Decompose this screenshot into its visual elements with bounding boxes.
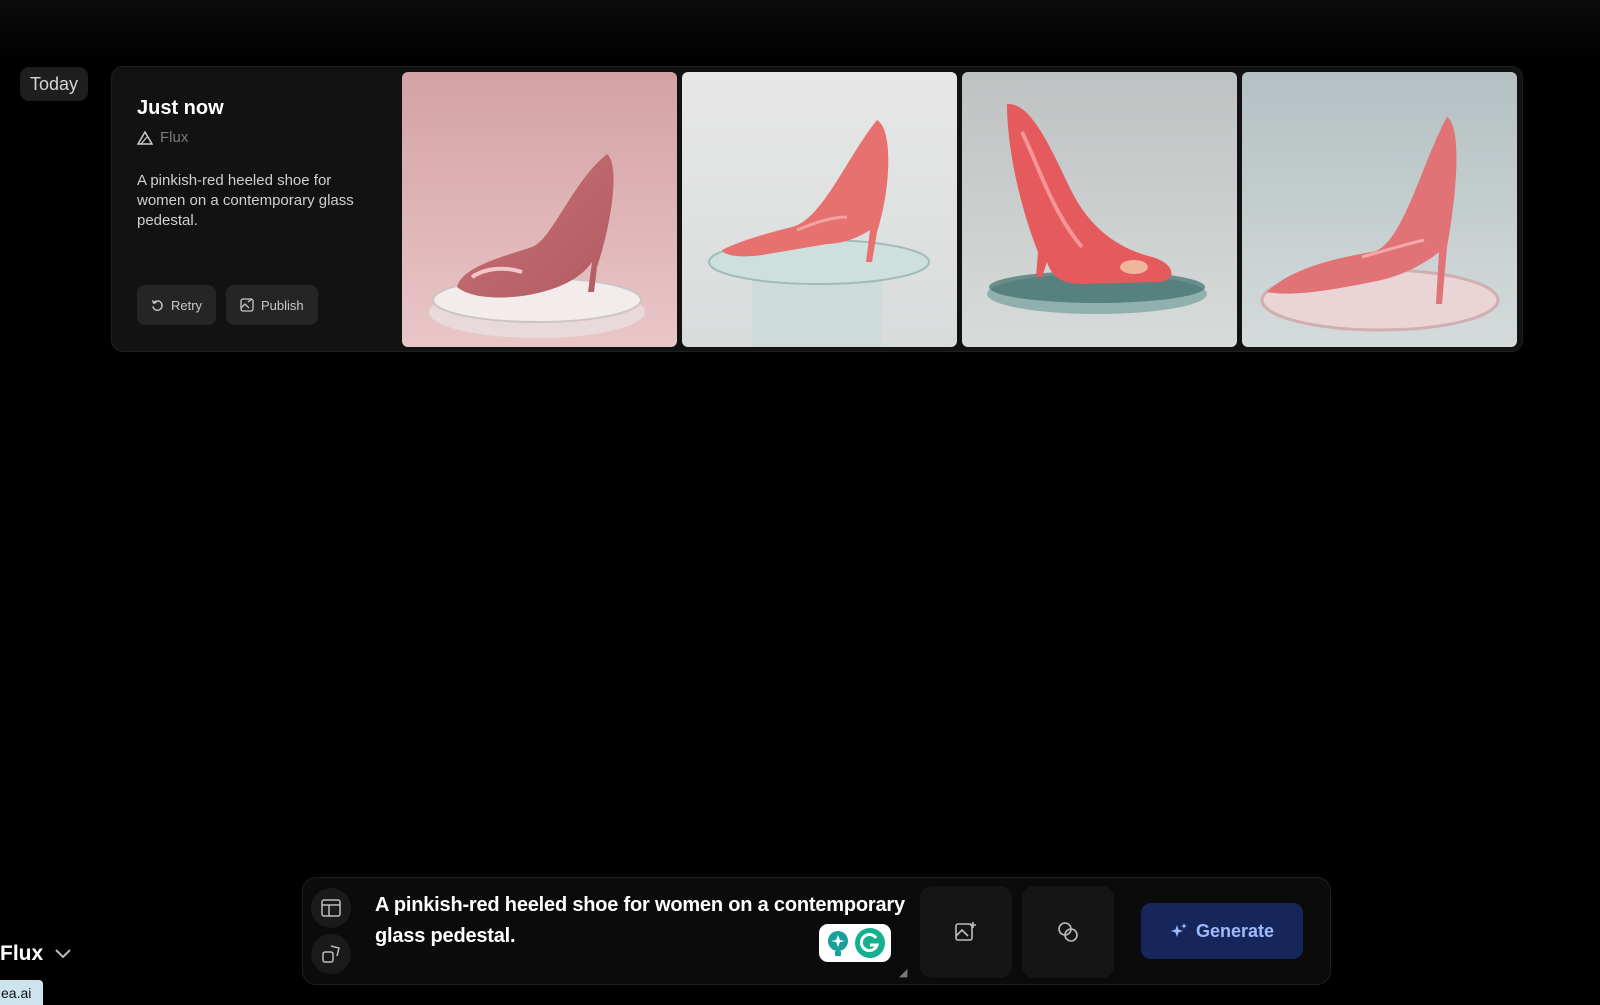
generation-model: Flux [137, 129, 188, 146]
top-gradient [0, 0, 1600, 60]
retry-button[interactable]: Retry [137, 285, 217, 325]
model-selector[interactable]: Flux [0, 942, 71, 966]
generate-button[interactable]: Generate [1141, 903, 1303, 959]
retry-icon [151, 299, 163, 311]
layout-button[interactable] [311, 888, 351, 928]
generation-time: Just now [137, 97, 224, 119]
generated-image-2[interactable] [682, 72, 957, 347]
assistant-extension-icon [827, 931, 848, 956]
sparkle-icon [1170, 923, 1187, 937]
generated-image-4[interactable] [1242, 72, 1517, 347]
url-chip: ea.ai [0, 980, 43, 1005]
style-reference-button[interactable] [1022, 886, 1114, 978]
generate-label: Generate [1195, 920, 1275, 941]
shapes-icon [322, 945, 340, 963]
add-image-button[interactable] [920, 886, 1012, 978]
generated-image-1[interactable] [402, 72, 677, 347]
generated-image-3[interactable] [962, 72, 1237, 347]
date-group-label: Today [20, 67, 89, 101]
retry-label: Retry [171, 297, 203, 313]
layout-icon [321, 899, 341, 917]
prompt-composer: A pinkish-red heeled shoe for women on a… [302, 877, 1331, 985]
publish-button[interactable]: Publish [226, 285, 318, 325]
generation-card: Just now Flux A pinkish-red heeled shoe … [111, 66, 1523, 352]
shapes-button[interactable] [311, 934, 351, 974]
grammarly-icon [854, 928, 885, 958]
chevron-down-icon [55, 949, 71, 959]
resize-grip-icon[interactable]: ◢ [899, 966, 907, 979]
model-triangle-icon [137, 130, 153, 145]
image-plus-icon [955, 922, 976, 941]
model-selector-label: Flux [0, 942, 44, 965]
publish-label: Publish [261, 297, 304, 313]
publish-image-icon [240, 298, 254, 312]
extension-badge[interactable] [819, 924, 891, 962]
overlap-circles-icon [1058, 922, 1078, 942]
generation-model-label: Flux [160, 129, 189, 146]
generation-prompt: A pinkish-red heeled shoe for women on a… [137, 172, 354, 229]
